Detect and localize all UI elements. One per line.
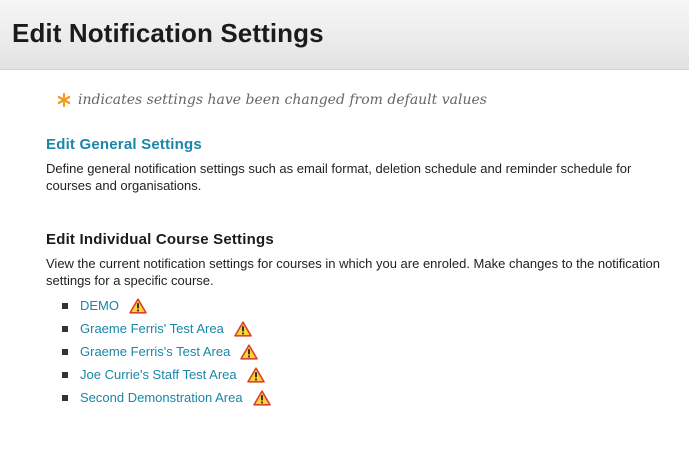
course-list-item: Graeme Ferris' Test Area [62,317,271,340]
edit-general-settings-link[interactable]: Edit General Settings [46,136,202,153]
page-title: Edit Notification Settings [12,18,324,48]
course-link-demo[interactable]: DEMO [80,298,119,313]
general-settings-description: Define general notification settings suc… [46,161,632,193]
course-link-second-demonstration-area[interactable]: Second Demonstration Area [80,390,243,405]
changed-settings-legend: indicates settings have been changed fro… [56,92,487,108]
asterisk-icon [56,92,72,108]
individual-course-settings-heading: Edit Individual Course Settings [46,231,274,248]
warning-icon [252,389,271,406]
course-link-joe-currie-staff-test-area[interactable]: Joe Currie's Staff Test Area [80,367,237,382]
course-list-item: Graeme Ferris's Test Area [62,340,271,363]
warning-icon [129,297,147,314]
bullet-icon [62,394,68,401]
warning-icon [240,343,259,360]
legend-text: indicates settings have been changed fro… [78,92,487,108]
course-link-graeme-ferriss-test-area[interactable]: Graeme Ferris's Test Area [80,344,230,359]
course-list-item: Joe Currie's Staff Test Area [62,363,271,386]
course-link-graeme-ferris-test-area[interactable]: Graeme Ferris' Test Area [80,321,224,336]
course-list-item: DEMO [62,294,271,317]
course-list: DEMO Graeme Ferris' Test Area Graeme Fer… [62,294,271,409]
bullet-icon [62,348,68,355]
course-list-item: Second Demonstration Area [62,386,271,409]
bullet-icon [62,325,68,332]
page-header: Edit Notification Settings [0,0,689,70]
warning-icon [234,320,252,337]
course-settings-description: View the current notification settings f… [46,256,660,288]
warning-icon [246,366,265,383]
bullet-icon [62,371,68,378]
bullet-icon [62,302,68,309]
